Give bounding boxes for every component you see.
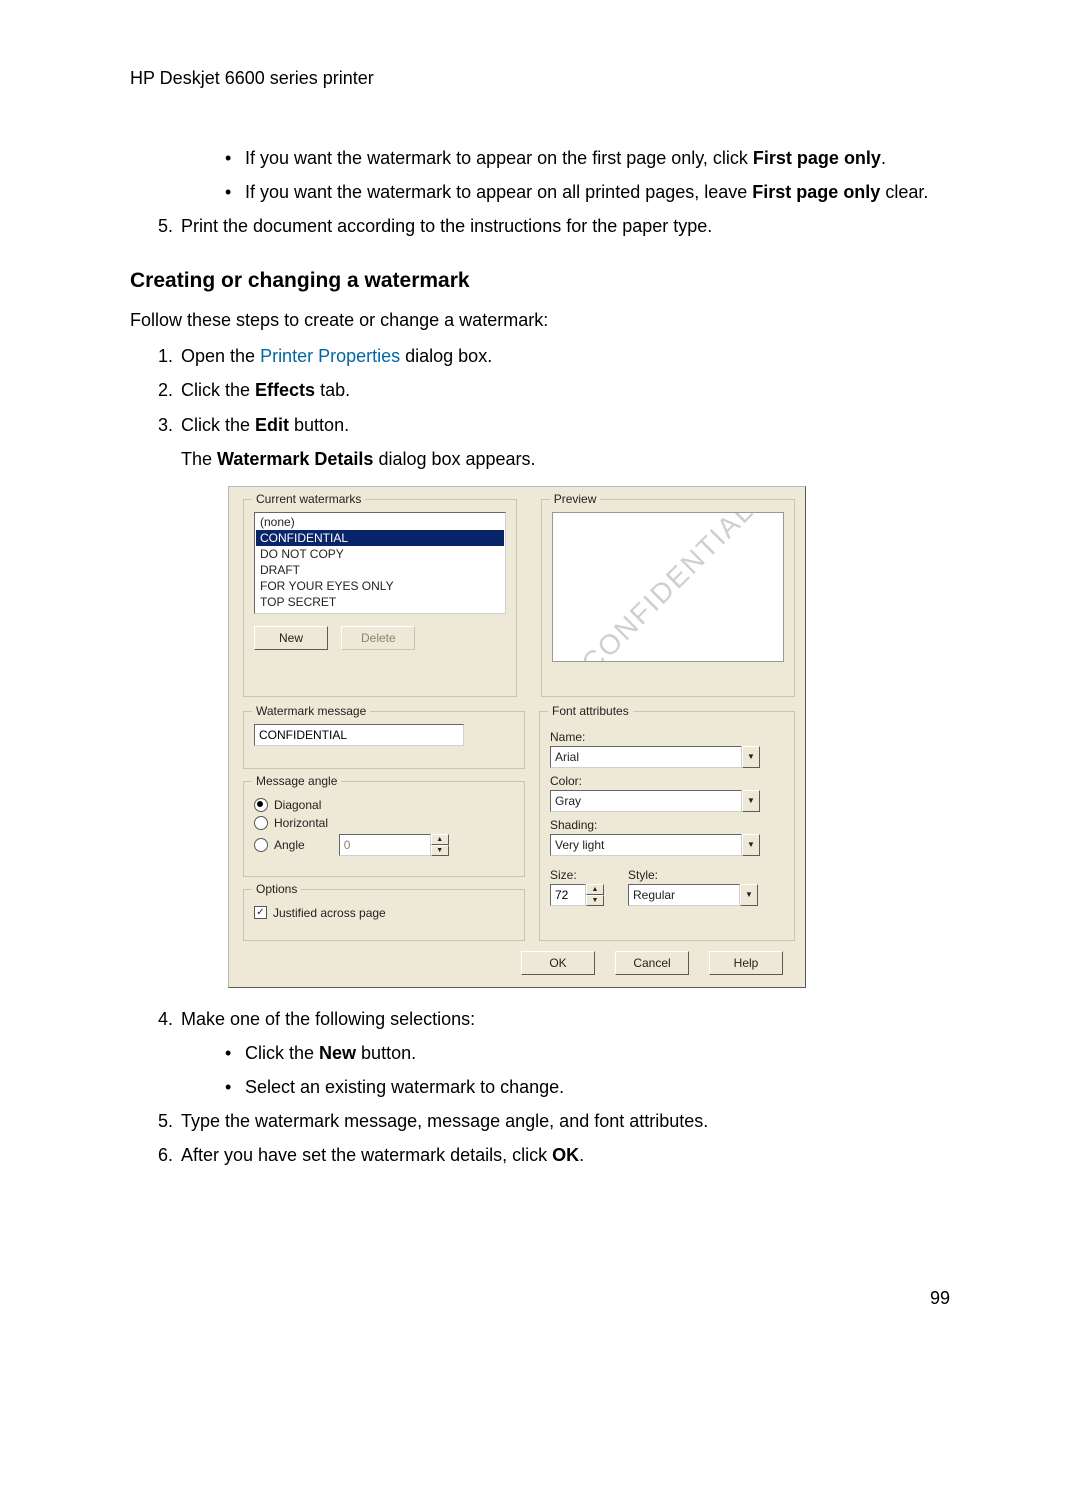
step-4: Make one of the following selections:: [181, 1006, 475, 1032]
group-options: Options: [252, 882, 301, 896]
group-watermark-message: Watermark message: [252, 704, 370, 718]
watermark-listbox[interactable]: (none) CONFIDENTIAL DO NOT COPY DRAFT FO…: [254, 512, 506, 614]
intro-bullet-2: If you want the watermark to appear on a…: [245, 179, 928, 205]
bullet-dot: •: [225, 179, 245, 205]
chevron-down-icon[interactable]: ▼: [742, 790, 760, 812]
font-style-combo[interactable]: Regular: [628, 884, 740, 906]
section-heading: Creating or changing a watermark: [130, 269, 950, 293]
group-font-attributes: Font attributes: [548, 704, 633, 718]
font-size-spin[interactable]: [550, 884, 586, 906]
list-item[interactable]: DO NOT COPY: [256, 546, 504, 562]
preview-watermark-text: CONFIDENTIAL: [575, 512, 760, 662]
step4-bullet-2: Select an existing watermark to change.: [245, 1074, 564, 1100]
radio-icon: [254, 838, 268, 852]
spin-down-icon[interactable]: ▼: [431, 845, 449, 856]
checkbox-icon: ✓: [254, 906, 267, 919]
angle-value-spin[interactable]: [339, 834, 431, 856]
list-item[interactable]: DRAFT: [256, 562, 504, 578]
step-5: Type the watermark message, message angl…: [181, 1108, 708, 1134]
justified-checkbox[interactable]: ✓ Justified across page: [254, 906, 514, 920]
new-button[interactable]: New: [254, 626, 328, 650]
watermark-message-input[interactable]: [254, 724, 464, 746]
font-color-combo[interactable]: Gray: [550, 790, 742, 812]
preview-pane: CONFIDENTIAL: [552, 512, 784, 662]
help-button[interactable]: Help: [709, 951, 783, 975]
section-intro: Follow these steps to create or change a…: [130, 307, 950, 333]
bullet-dot: •: [225, 145, 245, 171]
chevron-down-icon[interactable]: ▼: [742, 834, 760, 856]
ok-button[interactable]: OK: [521, 951, 595, 975]
step4-bullet-1: Click the New button.: [245, 1040, 416, 1066]
step-2: Click the Effects tab.: [181, 377, 350, 403]
list-item[interactable]: (none): [256, 514, 504, 530]
font-color-label: Color:: [550, 774, 784, 788]
intro-bullet-1: If you want the watermark to appear on t…: [245, 145, 886, 171]
list-item[interactable]: CONFIDENTIAL: [256, 530, 504, 546]
angle-diagonal-radio[interactable]: Diagonal: [254, 798, 514, 812]
radio-icon: [254, 816, 268, 830]
list-item[interactable]: TOP SECRET: [256, 594, 504, 610]
font-shading-label: Shading:: [550, 818, 784, 832]
spin-up-icon[interactable]: ▲: [431, 834, 449, 845]
angle-custom-radio[interactable]: Angle ▲ ▼: [254, 834, 514, 856]
step-number: 1.: [148, 343, 173, 369]
step-number: 3.: [148, 412, 173, 438]
angle-horizontal-radio[interactable]: Horizontal: [254, 816, 514, 830]
watermark-details-dialog: Current watermarks (none) CONFIDENTIAL D…: [228, 486, 806, 988]
chevron-down-icon[interactable]: ▼: [742, 746, 760, 768]
page-number: 99: [130, 1288, 950, 1309]
step-number: 2.: [148, 377, 173, 403]
bullet-dot: •: [225, 1040, 245, 1066]
step-1: Open the Printer Properties dialog box.: [181, 343, 492, 369]
font-name-combo[interactable]: Arial: [550, 746, 742, 768]
group-current-watermarks: Current watermarks: [252, 492, 365, 506]
spin-down-icon[interactable]: ▼: [586, 895, 604, 906]
bullet-dot: •: [225, 1074, 245, 1100]
group-message-angle: Message angle: [252, 774, 341, 788]
spin-up-icon[interactable]: ▲: [586, 884, 604, 895]
font-size-label: Size:: [550, 868, 608, 882]
font-shading-combo[interactable]: Very light: [550, 834, 742, 856]
page-header: HP Deskjet 6600 series printer: [130, 68, 950, 89]
printer-properties-link[interactable]: Printer Properties: [260, 346, 400, 366]
step-3: Click the Edit button.: [181, 412, 349, 438]
intro-step5: Print the document according to the inst…: [181, 213, 712, 239]
step-number: 5.: [148, 1108, 173, 1134]
step-number: 6.: [148, 1142, 173, 1168]
step-6: After you have set the watermark details…: [181, 1142, 584, 1168]
font-name-label: Name:: [550, 730, 784, 744]
step3-result: The Watermark Details dialog box appears…: [181, 446, 950, 472]
cancel-button[interactable]: Cancel: [615, 951, 689, 975]
radio-icon: [254, 798, 268, 812]
font-style-label: Style:: [628, 868, 784, 882]
list-item[interactable]: FOR YOUR EYES ONLY: [256, 578, 504, 594]
group-preview: Preview: [550, 492, 601, 506]
delete-button[interactable]: Delete: [341, 626, 415, 650]
step-number: 4.: [148, 1006, 173, 1032]
chevron-down-icon[interactable]: ▼: [740, 884, 758, 906]
step-number: 5.: [148, 213, 173, 239]
